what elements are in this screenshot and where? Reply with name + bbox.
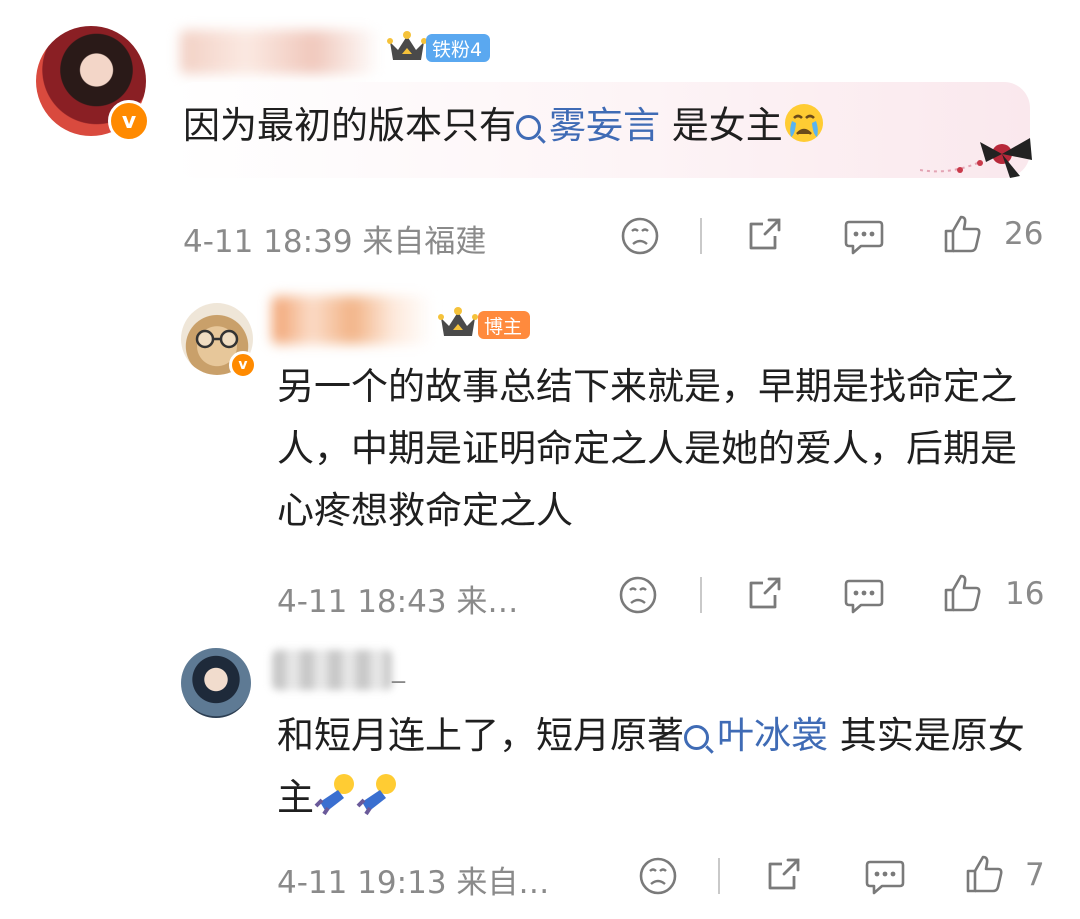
comment-timestamp: 4-11 19:13 来自… [277, 865, 550, 901]
share-icon[interactable] [745, 214, 785, 254]
dislike-face-icon[interactable] [620, 216, 660, 256]
comment-icon[interactable] [843, 575, 885, 615]
divider [700, 218, 702, 254]
comment-timestamp: 4-11 18:39 来自福建 [183, 224, 487, 260]
avatar[interactable] [181, 648, 251, 718]
comment-text: 因为最初的版本只有 雾妄言 是女主 [183, 95, 1003, 163]
comment-timestamp: 4-11 18:43 来… [277, 584, 519, 620]
divider [718, 858, 720, 894]
search-icon [684, 725, 709, 750]
like-thumb-icon[interactable] [942, 213, 984, 255]
divider [700, 577, 702, 613]
avatar[interactable]: v [181, 303, 257, 379]
username-blurred[interactable] [272, 296, 432, 344]
comment-icon[interactable] [864, 856, 906, 896]
topic-link[interactable]: 叶冰裳 [684, 714, 828, 757]
like-count: 7 [1025, 857, 1045, 893]
like-count: 16 [1005, 576, 1045, 612]
crown-icon [386, 30, 428, 68]
falling-figure-icon [314, 772, 398, 835]
crown-icon [437, 306, 479, 344]
comment-icon[interactable] [843, 216, 885, 256]
verified-badge-icon: v [108, 100, 150, 142]
verified-badge-icon: v [229, 351, 257, 379]
dislike-face-icon[interactable] [638, 856, 678, 896]
username-suffix: _ [392, 654, 405, 684]
avatar[interactable]: v [36, 26, 150, 142]
like-count: 26 [1004, 216, 1044, 252]
topic-link[interactable]: 雾妄言 [516, 104, 660, 147]
username-blurred[interactable] [272, 650, 392, 690]
comment-text: 另一个的故事总结下来就是，早期是找命定之人，中期是证明命定之人是她的爱人，后期是… [277, 365, 1017, 532]
blogger-badge[interactable]: 博主 [478, 311, 531, 339]
like-thumb-icon[interactable] [964, 853, 1006, 895]
like-thumb-icon[interactable] [942, 572, 984, 614]
dislike-face-icon[interactable] [618, 575, 658, 615]
share-icon[interactable] [745, 573, 785, 613]
hamster-glasses-icon [191, 329, 243, 353]
share-icon[interactable] [764, 854, 804, 894]
crying-face-icon [783, 101, 825, 163]
comment-text: 和短月连上了，短月原著 叶冰裳 其实是原女主 [277, 705, 1047, 835]
fan-level-badge[interactable]: 铁粉4 [426, 34, 491, 62]
username-blurred[interactable] [180, 30, 380, 74]
search-icon [516, 115, 541, 140]
